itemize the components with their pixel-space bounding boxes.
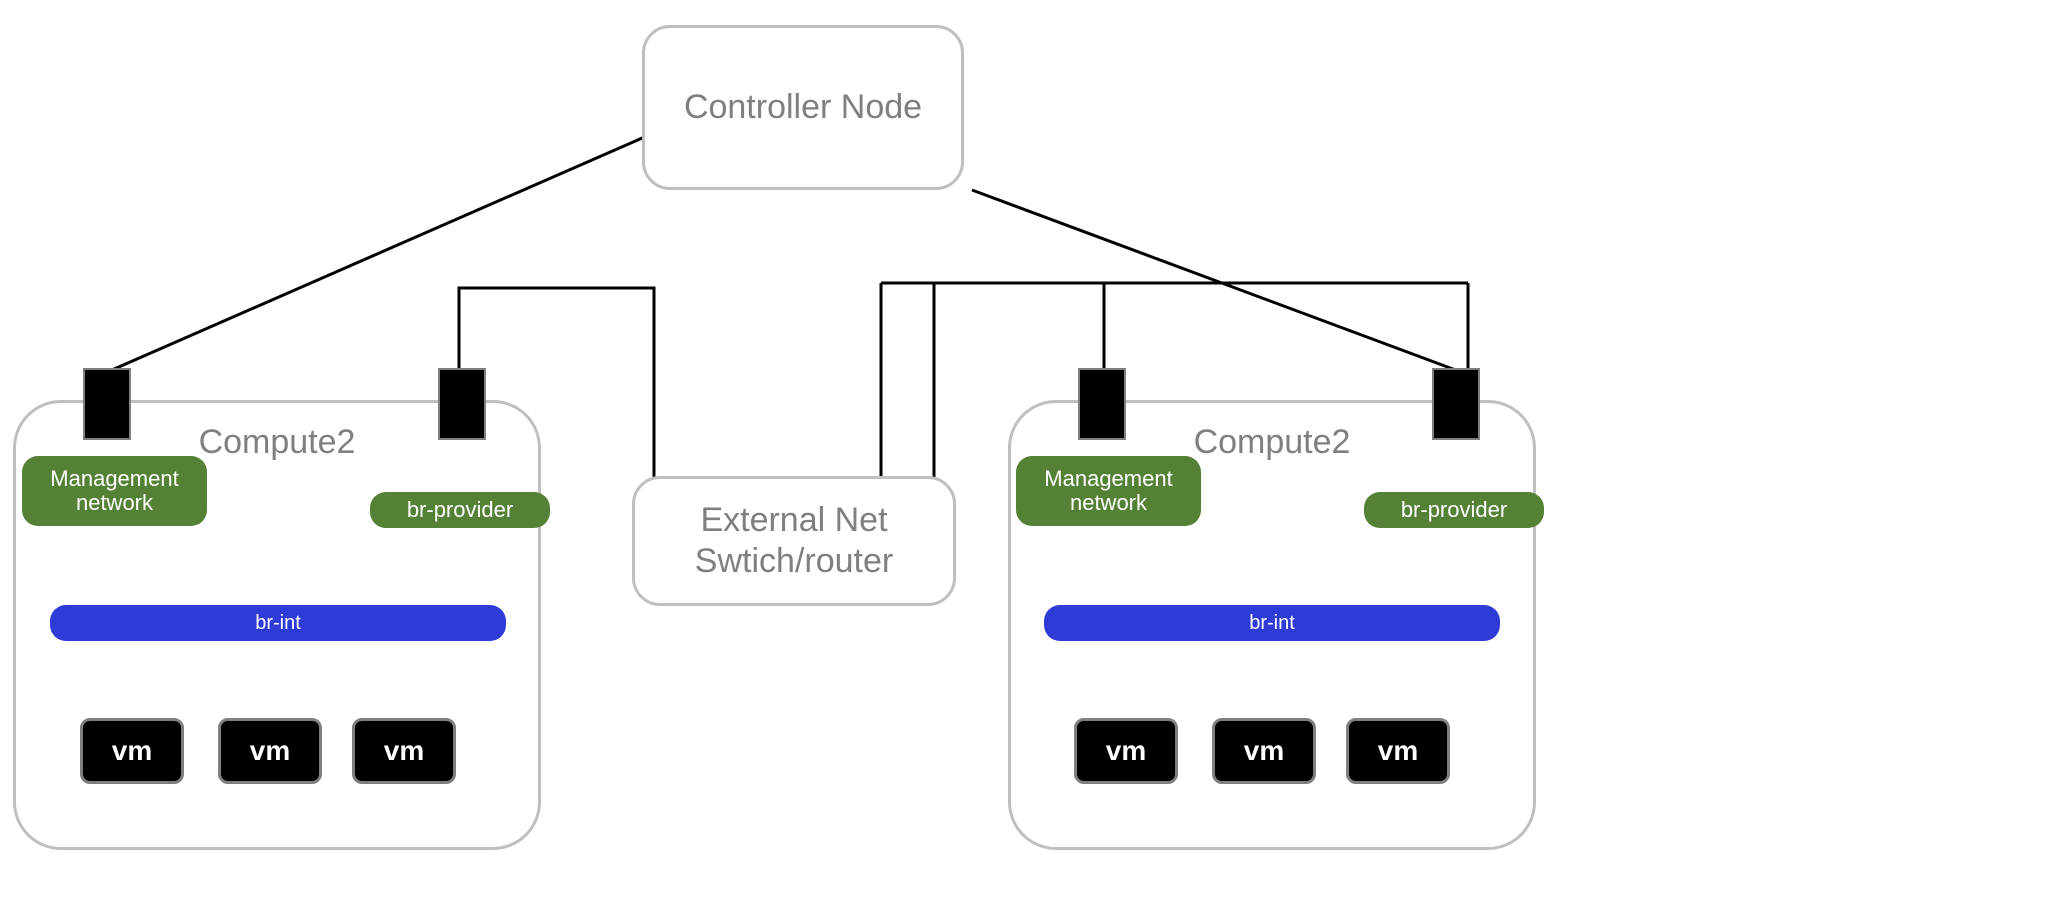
mgmt-network-right: Management network [1016,456,1201,526]
br-provider-right: br-provider [1364,492,1544,528]
br-int-left: br-int [50,605,506,641]
compute-left-port-provider [438,368,486,440]
external-net-switch: External Net Swtich/router [632,476,956,606]
mgmt-network-left: Management network [22,456,207,526]
vm-right-1: vm [1074,718,1178,784]
compute-right-port-mgmt [1078,368,1126,440]
vm-right-2: vm [1212,718,1316,784]
diagram: Controller Node External Net Swtich/rout… [0,0,2047,910]
compute-left-port-mgmt [83,368,131,440]
external-label: External Net Swtich/router [695,500,893,582]
vm-right-3: vm [1346,718,1450,784]
controller-node: Controller Node [642,25,964,190]
br-provider-left: br-provider [370,492,550,528]
vm-left-3: vm [352,718,456,784]
controller-label: Controller Node [684,87,922,128]
compute-right-port-provider [1432,368,1480,440]
vm-left-1: vm [80,718,184,784]
br-int-right: br-int [1044,605,1500,641]
vm-left-2: vm [218,718,322,784]
